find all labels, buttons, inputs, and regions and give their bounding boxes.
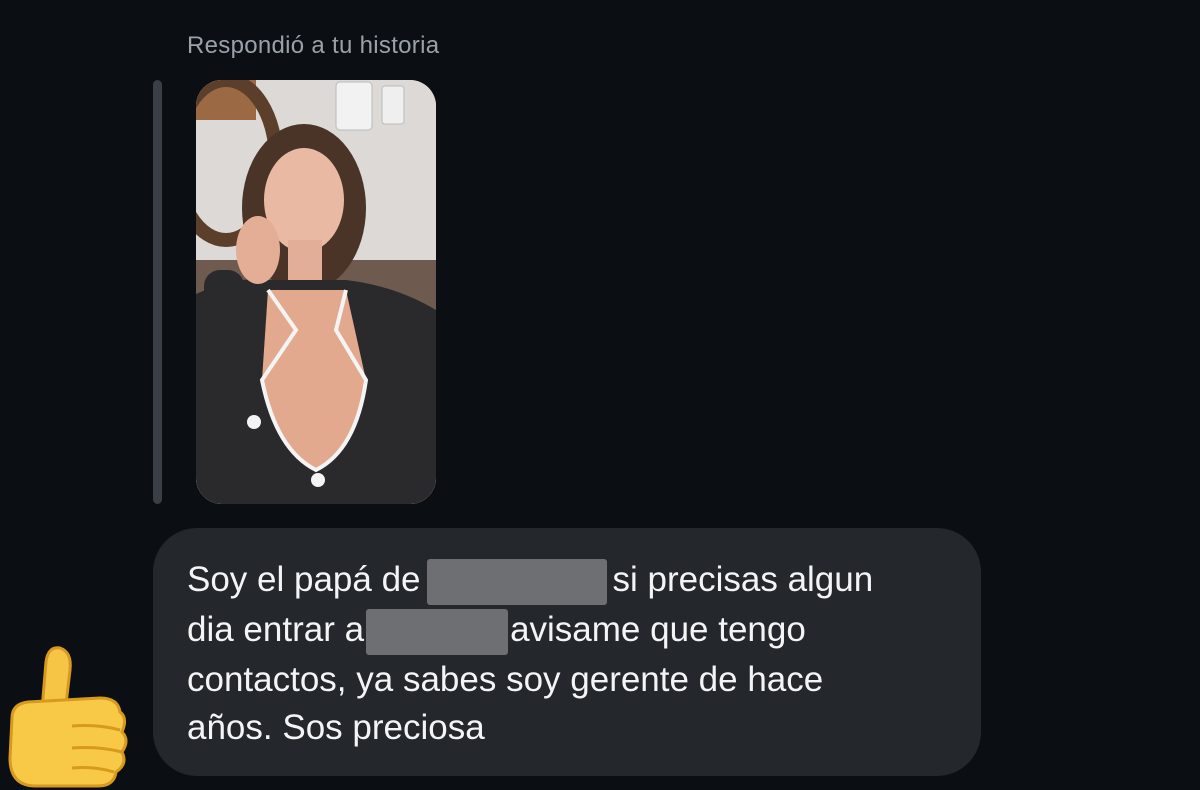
message-text: si precisas algun [612, 560, 874, 599]
redaction-block [426, 558, 607, 605]
thumbs-up-icon[interactable] [2, 640, 134, 790]
message-bubble[interactable]: Soy el papá de si precisas algun dia entr… [153, 528, 981, 776]
message-line-2: dia entrar a avisame que tengo [187, 606, 806, 655]
message-text: Soy el papá de [187, 560, 421, 599]
message-line-3: contactos, ya sabes soy gerente de hace [187, 660, 824, 699]
story-image [196, 80, 436, 504]
message-line-1: Soy el papá de si precisas algun [187, 556, 873, 605]
story-thumbnail[interactable] [196, 80, 436, 504]
reply-indicator-bar [153, 80, 162, 504]
redaction-block [366, 608, 509, 655]
message-text: avisame que tengo [510, 610, 806, 649]
message-text: dia entrar a [187, 610, 365, 649]
chat-screen: Respondió a tu historia Soy el papá de s… [0, 0, 1200, 790]
story-reply-caption: Respondió a tu historia [187, 32, 440, 59]
message-line-4: años. Sos preciosa [187, 708, 485, 747]
